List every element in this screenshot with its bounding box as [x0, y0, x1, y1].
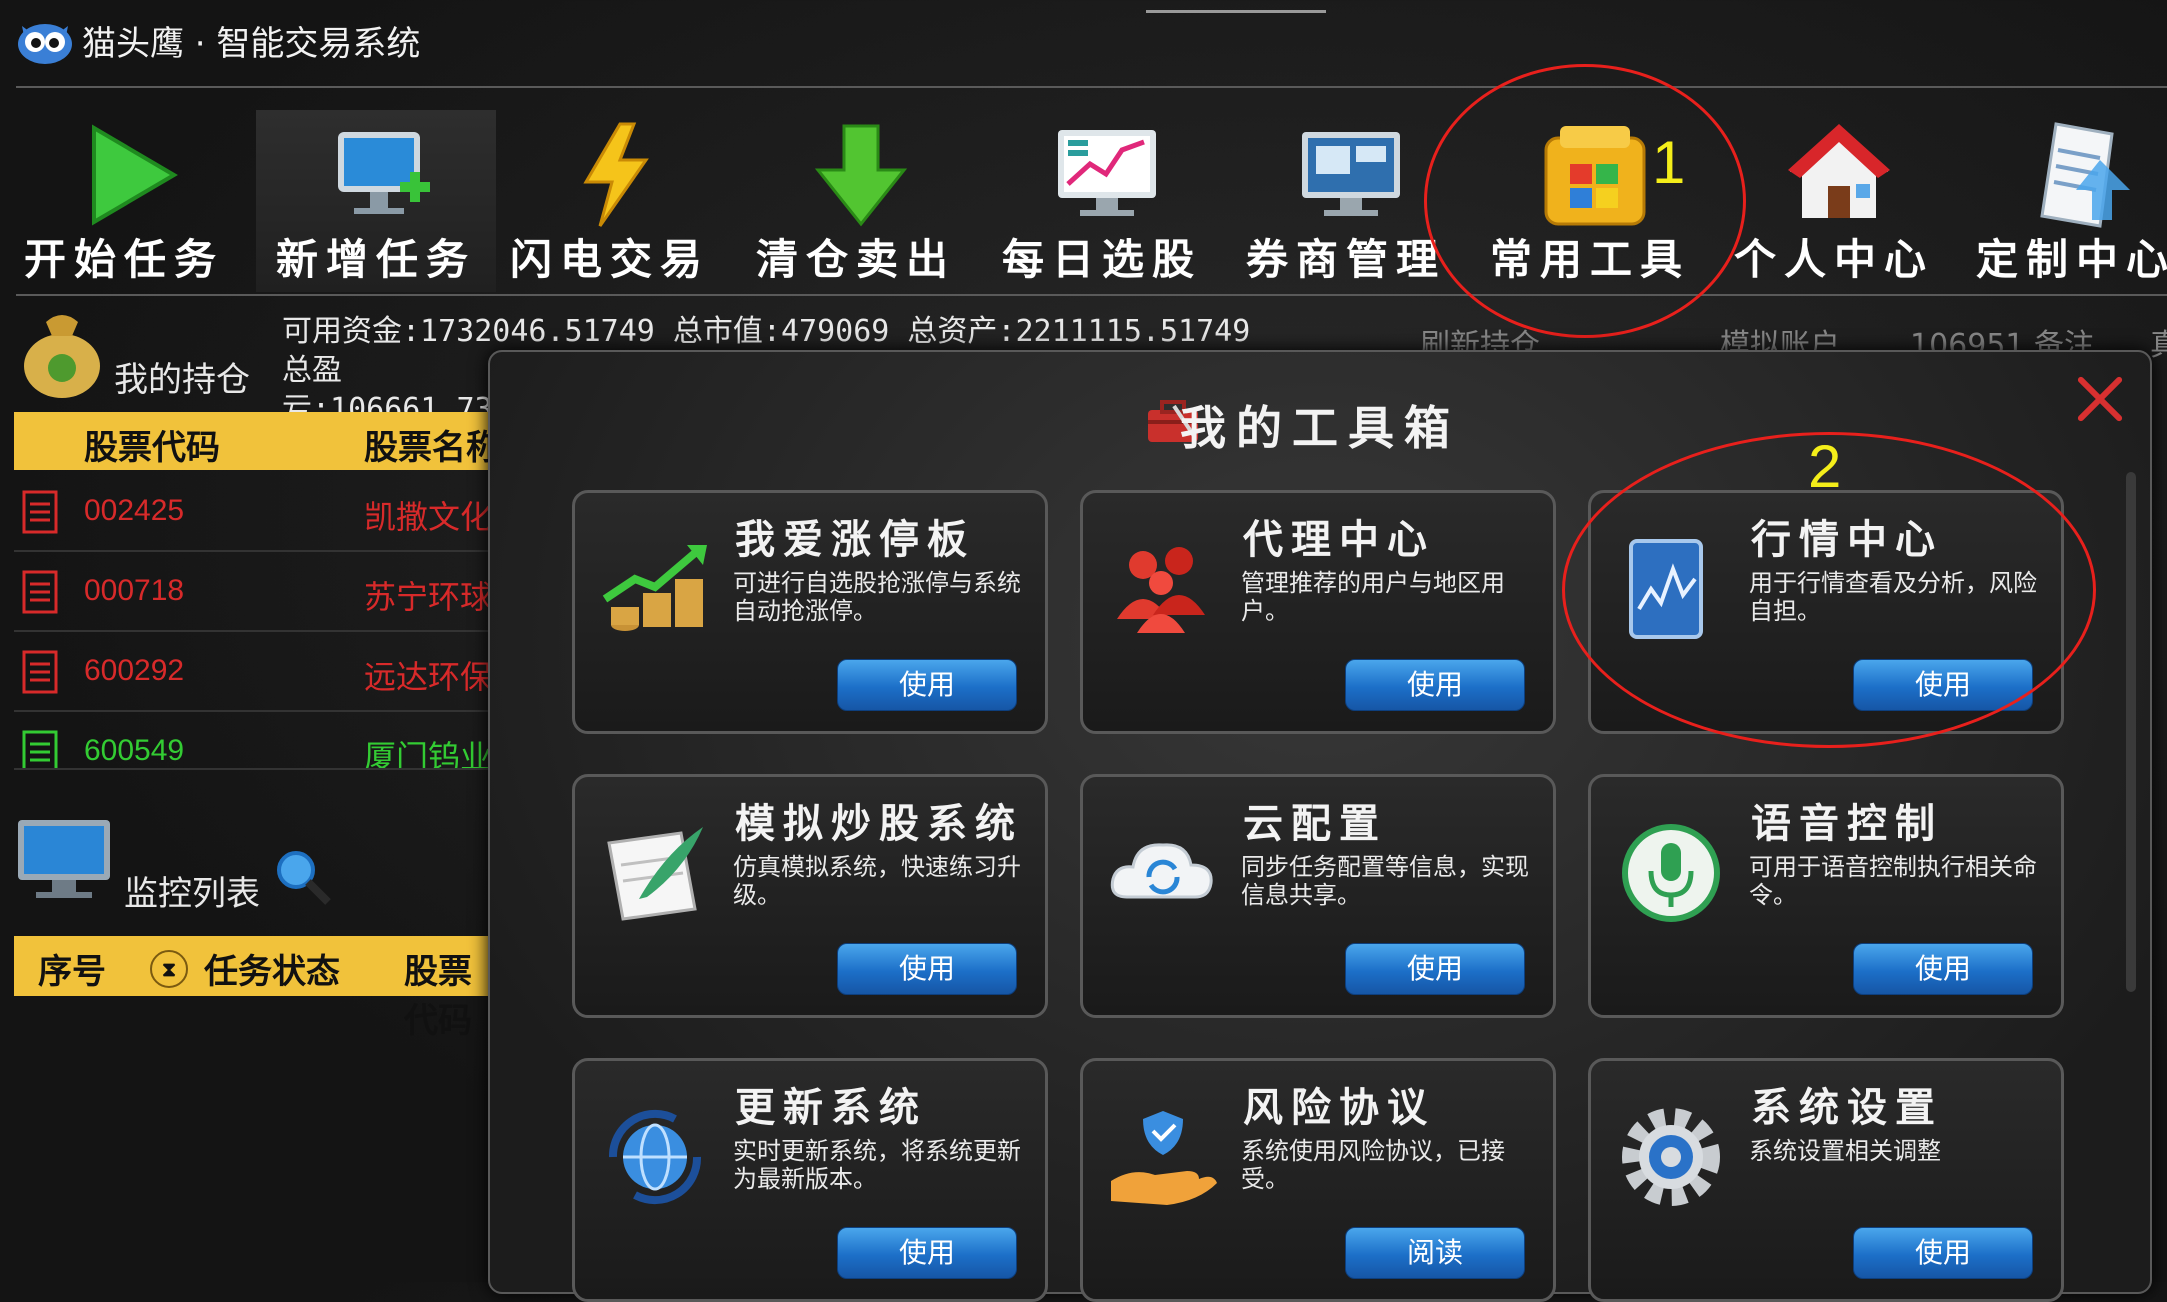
tool-card-update-system: 更新系统 实时更新系统，将系统更新为最新版本。 使用	[572, 1058, 1048, 1302]
money-bag-icon	[24, 315, 100, 398]
toolbar-new-task[interactable]: 新增任务	[256, 110, 496, 292]
document-icon	[22, 650, 58, 694]
house-icon	[1788, 124, 1890, 218]
table-row[interactable]: 000718 苏宁环球	[14, 552, 504, 632]
table-row[interactable]: 600292 远达环保	[14, 632, 504, 712]
down-arrow-icon	[814, 124, 908, 227]
hourglass-icon: ⧗	[150, 950, 188, 988]
monitor-add-icon	[338, 132, 430, 214]
monitor-label: 监控列表	[124, 874, 260, 914]
window-drag-handle[interactable]	[1146, 10, 1326, 13]
use-button[interactable]: 使用	[837, 943, 1017, 995]
app-title: 猫头鹰 · 智能交易系统	[82, 24, 421, 64]
document-icon	[2040, 122, 2130, 228]
monitor-table-header: 序号 ⧗ 任务状态 股票代码	[14, 936, 504, 1041]
computer-icon	[18, 820, 110, 898]
cloud-sync-icon	[1110, 843, 1213, 899]
tool-card-cloud-config: 云配置 同步任务配置等信息，实现信息共享。 使用	[1080, 774, 1556, 1018]
toolbar-clear-sell[interactable]: 清仓卖出	[736, 110, 976, 292]
coin-growth-icon	[602, 545, 707, 631]
annotation-number-2: 2	[1808, 433, 1842, 500]
tool-card-risk-agreement: 风险协议 系统使用风险协议，已接受。 阅读	[1080, 1058, 1556, 1302]
toolbar-custom-center[interactable]: 定制中心	[1956, 110, 2167, 292]
document-icon	[22, 490, 58, 534]
hand-shield-icon	[1111, 1111, 1217, 1205]
title-bar: 猫头鹰 · 智能交易系统	[0, 0, 2167, 86]
lightning-icon	[583, 122, 649, 227]
use-button[interactable]: 使用	[1853, 943, 2033, 995]
toolbar-daily-pick[interactable]: 每日选股	[982, 110, 1222, 292]
divider	[16, 294, 2167, 296]
document-icon	[22, 730, 58, 768]
users-icon	[1117, 547, 1205, 633]
holdings-table-header: 股票代码 股票名称	[14, 412, 504, 470]
divider	[16, 86, 2167, 88]
tool-card-system-settings: 系统设置 系统设置相关调整 使用	[1588, 1058, 2064, 1302]
close-button[interactable]	[2076, 375, 2124, 424]
annotation-number-1: 1	[1652, 129, 1686, 196]
gear-icon	[1622, 1108, 1720, 1206]
monitor-section: 监控列表	[0, 810, 500, 914]
play-icon	[92, 124, 178, 226]
scrollbar[interactable]	[2126, 472, 2136, 992]
annotation-circle-1	[1424, 64, 1746, 338]
document-icon	[22, 570, 58, 614]
use-button[interactable]: 使用	[1345, 943, 1525, 995]
search-icon[interactable]	[272, 846, 332, 906]
owl-logo-icon	[18, 24, 72, 64]
tool-card-simulation: 模拟炒股系统 仿真模拟系统，快速练习升级。 使用	[572, 774, 1048, 1018]
toolbar-flash-trade[interactable]: 闪电交易	[490, 110, 730, 292]
main-toolbar: 开始任务 新增任务 闪电交易 清仓卖出 每日选股 券商管理 常用工具 个人中心 …	[0, 110, 2167, 292]
holdings-label: 我的持仓	[114, 360, 250, 400]
globe-refresh-icon	[608, 1109, 702, 1205]
use-button[interactable]: 使用	[1853, 1227, 2033, 1279]
dashboard-screen-icon	[1302, 132, 1400, 216]
tool-card-agent-center: 代理中心 管理推荐的用户与地区用户。 使用	[1080, 490, 1556, 734]
use-button[interactable]: 使用	[837, 1227, 1017, 1279]
account-edge-text: 真	[2150, 328, 2167, 363]
table-row[interactable]: 600549 厦门钨业	[14, 712, 504, 770]
read-button[interactable]: 阅读	[1345, 1227, 1525, 1279]
notepad-feather-icon	[607, 827, 703, 921]
toolbar-start-task[interactable]: 开始任务	[4, 110, 244, 292]
microphone-icon	[1622, 824, 1720, 922]
tool-card-voice-control: 语音控制 可用于语音控制执行相关命令。 使用	[1588, 774, 2064, 1018]
chart-screen-icon	[1058, 130, 1156, 216]
toolbar-personal-center[interactable]: 个人中心	[1714, 110, 1954, 292]
use-button[interactable]: 使用	[837, 659, 1017, 711]
use-button[interactable]: 使用	[1345, 659, 1525, 711]
table-row[interactable]: 002425 凯撒文化	[14, 472, 504, 552]
tool-card-limit-up: 我爱涨停板 可进行自选股抢涨停与系统自动抢涨停。 使用	[572, 490, 1048, 734]
